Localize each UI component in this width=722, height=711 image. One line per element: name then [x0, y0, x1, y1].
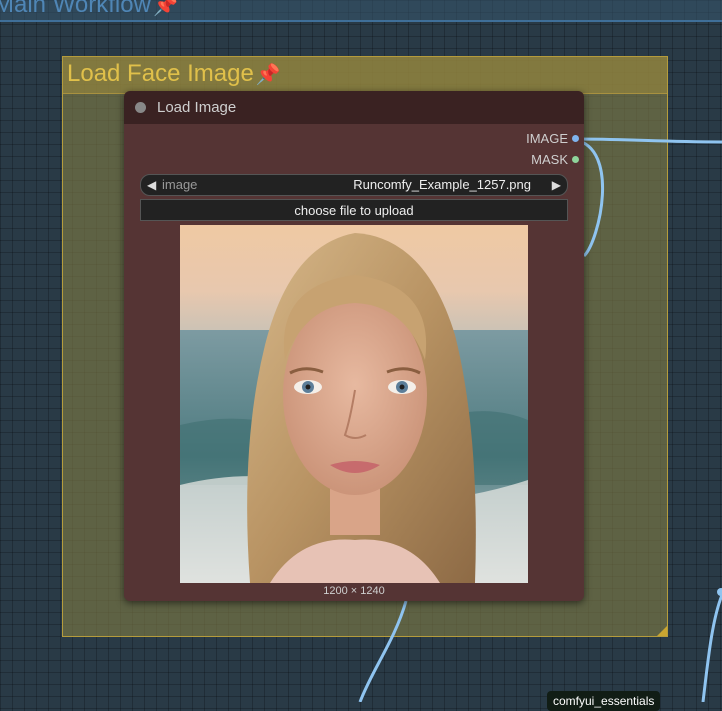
node-badge: comfyui_essentials [547, 691, 661, 711]
wire-bottom[interactable] [358, 600, 408, 702]
output-image-dot[interactable] [572, 135, 579, 142]
output-image[interactable]: IMAGE [526, 130, 579, 148]
node-title-bar[interactable]: Load Image [124, 91, 584, 124]
wire-right[interactable] [701, 594, 722, 702]
combo-label: image [162, 177, 198, 192]
image-dimensions: 1200 × 1240 [323, 585, 385, 597]
portrait-image [180, 225, 528, 583]
combo-right-arrow-icon[interactable]: ▶ [552, 175, 561, 195]
output-mask-label: MASK [531, 152, 568, 167]
image-preview [180, 225, 528, 583]
combo-value[interactable]: Runcomfy_Example_1257.png [353, 175, 531, 195]
choose-file-button[interactable]: choose file to upload [140, 199, 568, 221]
wire-image[interactable] [574, 137, 722, 144]
node-title: Load Image [157, 99, 237, 116]
collapse-dot-icon[interactable] [135, 102, 146, 113]
load-image-node[interactable]: Load Image IMAGE MASK ◀ image Runcomfy_E… [124, 91, 584, 601]
image-combo-widget[interactable]: ◀ image Runcomfy_Example_1257.png ▶ [140, 174, 568, 196]
output-image-label: IMAGE [526, 131, 568, 146]
wire-endpoint-dot [717, 588, 722, 596]
output-mask[interactable]: MASK [531, 151, 579, 169]
output-mask-dot[interactable] [572, 156, 579, 163]
combo-left-arrow-icon[interactable]: ◀ [147, 175, 156, 195]
